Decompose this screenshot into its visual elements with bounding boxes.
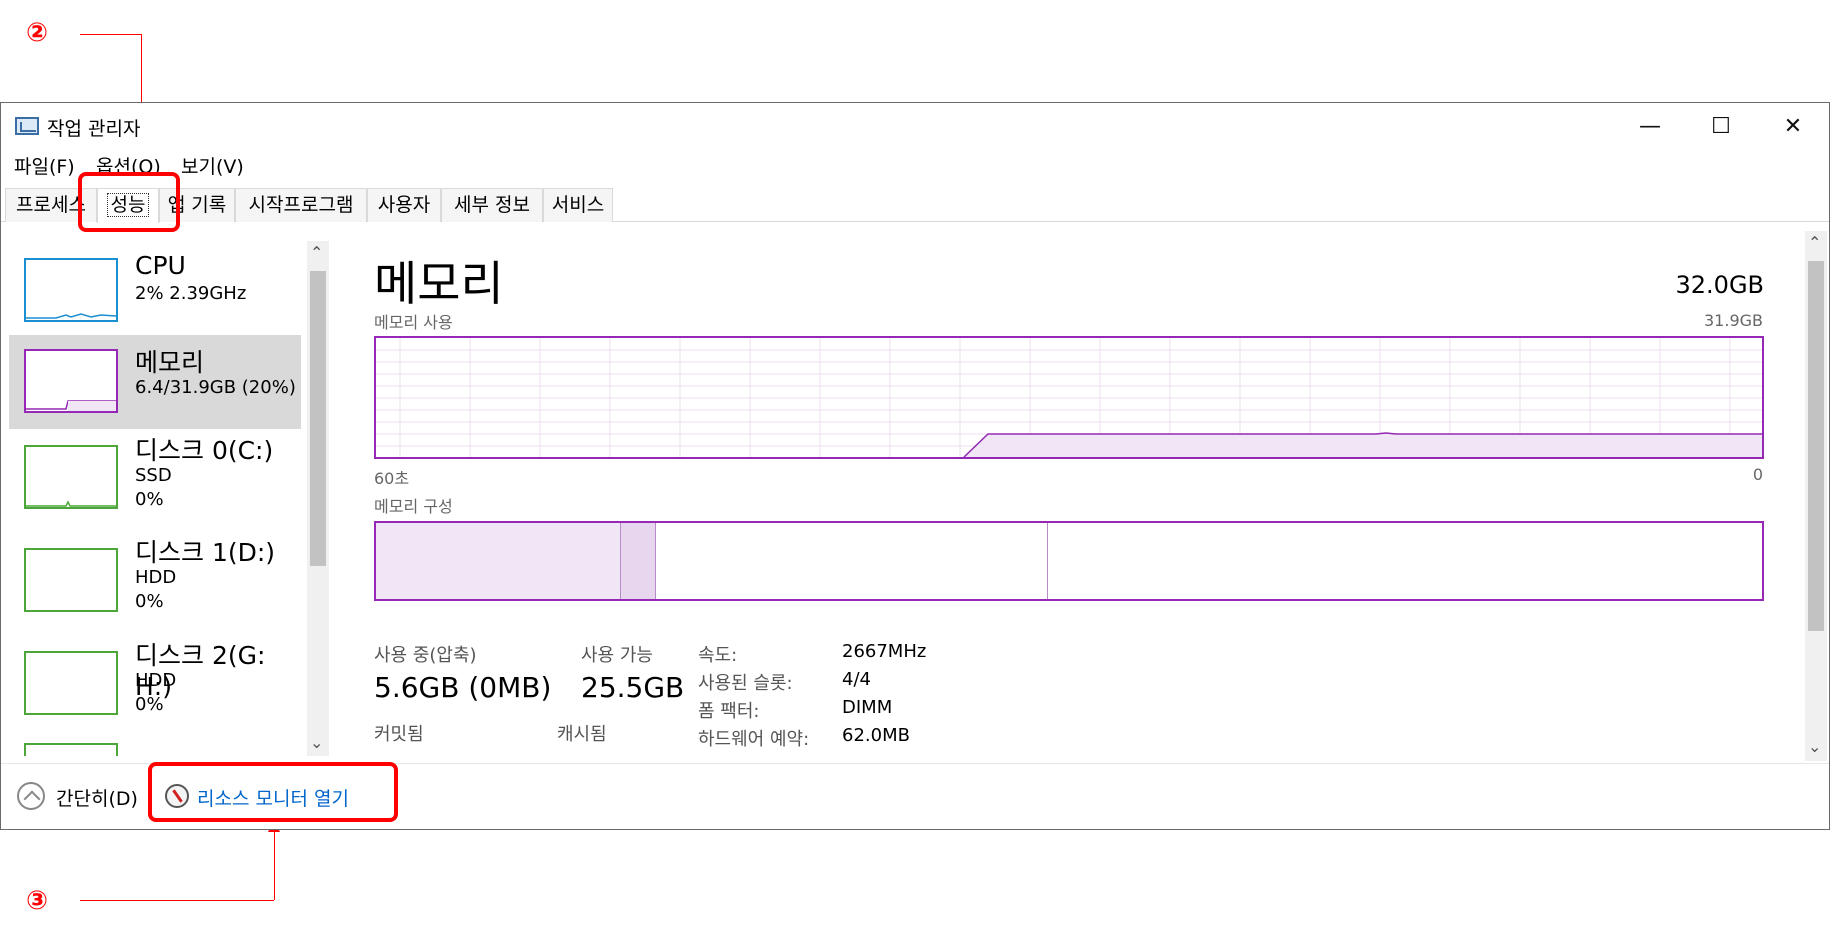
sidebar-memory-detail: 6.4/31.9GB (20%) <box>135 377 296 398</box>
sidebar-disk1-name: 디스크 1(D:) <box>135 538 276 567</box>
sidebar-disk2-name: 디스크 2(G: H:) <box>135 641 266 701</box>
composition-in-use[interactable] <box>376 523 620 599</box>
memory-composition-label: 메모리 구성 <box>374 497 453 516</box>
sidebar-disk0-type: SSD <box>135 465 172 486</box>
main-scroll-thumb[interactable] <box>1808 261 1824 631</box>
close-button[interactable]: ✕ <box>1758 103 1828 149</box>
sidebar-item-disk1[interactable]: 디스크 1(D:) HDD 0% <box>9 531 301 625</box>
cpu-sparkline <box>26 313 116 319</box>
main-scroll-down-icon[interactable]: ⌄ <box>1808 737 1821 756</box>
disk3-thumbnail-graph <box>24 743 118 756</box>
sidebar-memory-name: 메모리 <box>135 348 205 377</box>
sidebar-disk2-type: HDD <box>135 670 177 691</box>
composition-modified[interactable] <box>620 523 656 599</box>
sidebar-cpu-name: CPU <box>135 251 186 280</box>
available-label: 사용 가능 <box>581 645 653 666</box>
minimize-button[interactable]: — <box>1615 103 1685 149</box>
maximize-button[interactable]: ☐ <box>1686 103 1756 149</box>
tab-services-label: 서비스 <box>551 194 605 216</box>
tab-processes-label: 프로세스 <box>16 194 86 216</box>
tab-users[interactable]: 사용자 <box>367 188 441 222</box>
memory-usage-chart <box>376 338 1762 458</box>
main-scrollbar[interactable]: ⌃ ⌄ <box>1805 231 1827 761</box>
available-value: 25.5GB <box>581 671 685 704</box>
memory-usage-graph <box>374 336 1764 459</box>
slots-value: 4/4 <box>842 669 871 690</box>
main-scroll-up-icon[interactable]: ⌃ <box>1808 233 1821 252</box>
disk2-thumbnail-graph <box>24 651 118 715</box>
task-manager-window: 작업 관리자 — ☐ ✕ 파일(F) 옵션(O) 보기(V) 프로세스 성능 앱… <box>0 102 1830 830</box>
memory-sparkline <box>26 400 116 411</box>
sidebar-disk0-name: 디스크 0(C:) <box>135 436 274 465</box>
sidebar-item-disk3-partial[interactable] <box>9 737 301 756</box>
highlight-resource-monitor <box>148 762 398 822</box>
menu-file[interactable]: 파일(F) <box>14 152 75 179</box>
disk0-sparkline <box>26 500 116 507</box>
sidebar-item-disk2[interactable]: 디스크 2(G: H:) HDD 0% <box>9 634 301 728</box>
sidebar-cpu-detail: 2% 2.39GHz <box>135 283 247 304</box>
sidebar-item-cpu[interactable]: CPU 2% 2.39GHz <box>9 241 301 335</box>
tab-startup[interactable]: 시작프로그램 <box>235 188 367 222</box>
sidebar-scrollbar[interactable]: ⌃ ⌄ <box>307 241 329 756</box>
composition-standby[interactable] <box>656 523 1048 599</box>
tab-users-label: 사용자 <box>377 194 431 216</box>
disk0-thumbnail-graph <box>24 445 118 509</box>
slots-label: 사용된 슬롯: <box>698 673 793 694</box>
speed-label: 속도: <box>698 645 738 666</box>
task-manager-icon <box>15 117 39 135</box>
performance-sidebar: CPU 2% 2.39GHz 메모리 6.4/31.9GB (20%) 디스크 … <box>9 241 301 756</box>
menu-view[interactable]: 보기(V) <box>181 152 244 179</box>
window-title: 작업 관리자 <box>47 118 141 140</box>
annotation-line-3-v <box>274 830 275 900</box>
committed-label: 커밋됨 <box>374 724 424 745</box>
collapse-chevron-icon[interactable] <box>17 782 45 810</box>
sidebar-disk1-usage: 0% <box>135 591 164 612</box>
menu-bar: 파일(F) 옵션(O) 보기(V) <box>1 149 1829 179</box>
tab-startup-label: 시작프로그램 <box>248 194 354 216</box>
tab-services[interactable]: 서비스 <box>543 188 613 222</box>
hardware-reserved-label: 하드웨어 예약: <box>698 729 810 750</box>
sidebar-scroll-down-icon[interactable]: ⌄ <box>310 733 323 752</box>
tab-bar: 프로세스 성능 앱 기록 시작프로그램 사용자 세부 정보 서비스 <box>1 188 1829 223</box>
tab-details-label: 세부 정보 <box>454 194 530 216</box>
speed-value: 2667MHz <box>842 641 927 662</box>
cpu-thumbnail-graph <box>24 258 118 322</box>
title-bar: 작업 관리자 — ☐ ✕ <box>1 103 1829 149</box>
fewer-details-link[interactable]: 간단히(D) <box>56 784 138 811</box>
highlight-performance-tab <box>78 172 180 232</box>
memory-usage-max: 31.9GB <box>1704 311 1763 330</box>
page-title: 메모리 <box>374 257 504 312</box>
form-factor-value: DIMM <box>842 697 893 718</box>
form-factor-label: 폼 팩터: <box>698 701 760 722</box>
sidebar-disk2-usage: 0% <box>135 694 164 715</box>
tab-details[interactable]: 세부 정보 <box>441 188 543 222</box>
annotation-number-2: ② <box>26 18 49 48</box>
axis-left-label: 60초 <box>374 469 410 488</box>
sidebar-disk1-type: HDD <box>135 567 177 588</box>
composition-free[interactable] <box>1048 523 1762 599</box>
axis-right-label: 0 <box>1752 465 1763 484</box>
cached-label: 캐시됨 <box>557 724 607 745</box>
annotation-number-3: ③ <box>26 886 49 916</box>
in-use-label: 사용 중(압축) <box>374 645 477 666</box>
in-use-value: 5.6GB (0MB) <box>374 671 552 704</box>
annotation-line-3-h <box>80 900 274 901</box>
memory-total: 32.0GB <box>1675 271 1765 299</box>
memory-usage-label: 메모리 사용 <box>374 313 453 332</box>
memory-composition-bar <box>374 521 1764 601</box>
hardware-reserved-value: 62.0MB <box>842 725 910 746</box>
sidebar-disk0-usage: 0% <box>135 489 164 510</box>
sidebar-scroll-up-icon[interactable]: ⌃ <box>310 243 323 262</box>
sidebar-item-memory[interactable]: 메모리 6.4/31.9GB (20%) <box>9 335 301 429</box>
annotation-line-2-h <box>80 34 142 35</box>
memory-thumbnail-graph <box>24 349 118 413</box>
sidebar-scroll-thumb[interactable] <box>310 271 326 566</box>
sidebar-item-disk0[interactable]: 디스크 0(C:) SSD 0% <box>9 429 301 523</box>
disk1-thumbnail-graph <box>24 548 118 612</box>
